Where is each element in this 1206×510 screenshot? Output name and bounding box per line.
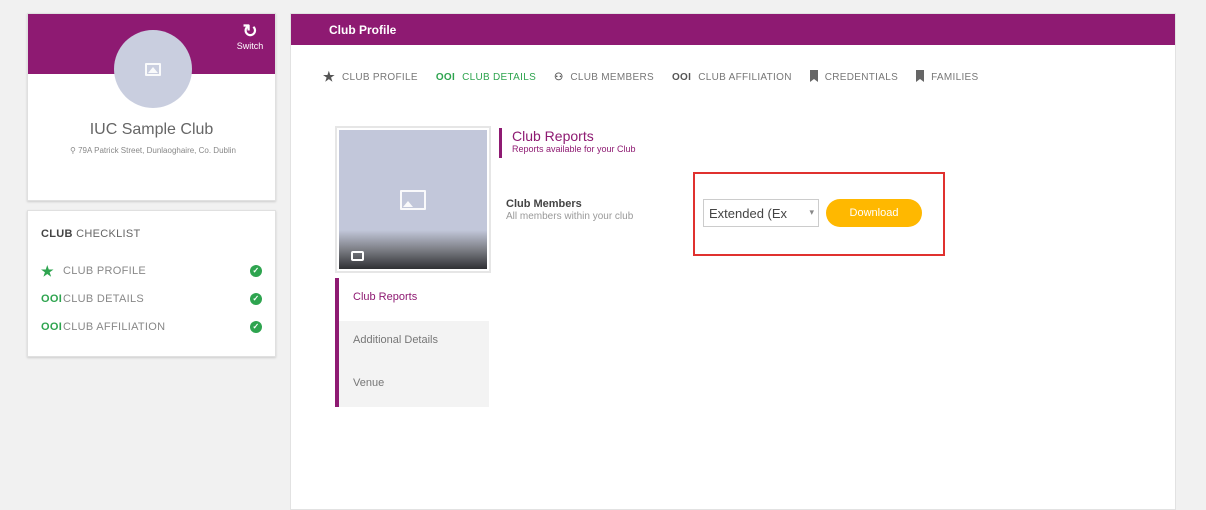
tab-club-affiliation[interactable]: OOI CLUB AFFILIATION — [672, 72, 792, 83]
members-icon: ⚇ — [554, 71, 564, 83]
main-panel: Club Profile ★ CLUB PROFILE OOI CLUB DET… — [290, 13, 1176, 510]
profile-tabs: ★ CLUB PROFILE OOI CLUB DETAILS ⚇ CLUB M… — [323, 69, 996, 85]
side-nav-item-additional-details[interactable]: Additional Details — [335, 321, 489, 364]
checklist-title: CLUB CHECKLIST — [41, 228, 141, 240]
tab-club-profile[interactable]: ★ CLUB PROFILE — [323, 69, 418, 85]
club-checklist-card: CLUB CHECKLIST ★ CLUB PROFILE ✓ OOI CLUB… — [27, 210, 276, 357]
star-icon: ★ — [41, 262, 54, 279]
bookmark-icon — [809, 69, 818, 85]
check-circle-icon: ✓ — [250, 293, 262, 305]
report-type-select[interactable]: Extended (Ex ▾ — [703, 199, 819, 227]
members-report-subtitle: All members within your club — [506, 211, 634, 222]
reports-subtitle: Reports available for your Club — [512, 144, 636, 154]
tab-credentials[interactable]: CREDENTIALS — [809, 69, 899, 85]
tab-label: CLUB MEMBERS — [570, 71, 654, 83]
checklist-item-club-details[interactable]: OOI CLUB DETAILS ✓ — [41, 291, 266, 307]
refresh-icon: ↻ — [242, 21, 258, 41]
report-type-value: Extended (Ex — [709, 206, 788, 221]
tab-label: CREDENTIALS — [824, 71, 899, 83]
tab-label: CLUB AFFILIATION — [698, 71, 792, 83]
affiliation-icon: OOI — [41, 321, 63, 333]
checklist-item-label: CLUB AFFILIATION — [63, 321, 166, 333]
club-photo — [335, 126, 491, 273]
switch-club-button[interactable]: ↻ Switch — [233, 21, 267, 51]
members-report-title: Club Members — [506, 198, 582, 210]
club-name: IUC Sample Club — [89, 121, 214, 138]
checklist-item-label: CLUB DETAILS — [63, 293, 145, 305]
club-avatar[interactable] — [114, 30, 192, 108]
star-icon: ★ — [323, 69, 335, 84]
details-icon: OOI — [435, 71, 456, 83]
tab-club-details[interactable]: OOI CLUB DETAILS — [436, 72, 536, 83]
checklist-item-club-affiliation[interactable]: OOI CLUB AFFILIATION ✓ — [41, 319, 266, 335]
details-icon: OOI — [41, 293, 63, 305]
tab-label: CLUB DETAILS — [462, 71, 537, 83]
reports-title: Club Reports — [512, 128, 594, 144]
checklist-item-club-profile[interactable]: ★ CLUB PROFILE ✓ — [41, 263, 266, 279]
checklist-item-label: CLUB PROFILE — [63, 265, 147, 277]
club-address-text: 79A Patrick Street, Dunlaoghaire, Co. Du… — [78, 146, 236, 155]
club-members-report: Club Members All members within your clu… — [506, 198, 633, 222]
side-nav-item-club-reports[interactable]: Club Reports — [335, 278, 489, 321]
image-placeholder-icon — [145, 62, 161, 76]
checklist-title-rest: CHECKLIST — [72, 228, 141, 240]
club-profile-card: ↻ Switch IUC Sample Club ⚲ 79A Patrick S… — [27, 13, 276, 201]
bookmark-icon — [916, 69, 925, 85]
check-circle-icon: ✓ — [250, 265, 262, 277]
download-button[interactable]: Download — [826, 199, 922, 227]
page-title: Club Profile — [291, 14, 1175, 45]
tab-club-members[interactable]: ⚇ CLUB MEMBERS — [554, 72, 654, 83]
affiliation-icon: OOI — [671, 71, 692, 83]
club-photo-placeholder — [339, 130, 487, 269]
camera-icon[interactable] — [351, 251, 364, 261]
side-nav-item-venue[interactable]: Venue — [335, 364, 489, 407]
chevron-down-icon: ▾ — [809, 207, 814, 217]
location-pin-icon: ⚲ — [70, 146, 79, 155]
tab-families[interactable]: FAMILIES — [916, 69, 979, 85]
tab-label: CLUB PROFILE — [341, 71, 418, 83]
tab-label: FAMILIES — [931, 71, 979, 83]
check-circle-icon: ✓ — [250, 321, 262, 333]
switch-label: Switch — [236, 41, 264, 51]
side-nav: Club Reports Additional Details Venue — [335, 278, 489, 407]
reports-header: Club Reports Reports available for your … — [499, 128, 636, 158]
image-placeholder-icon — [400, 190, 426, 210]
checklist-title-bold: CLUB — [41, 228, 73, 240]
club-address: ⚲ 79A Patrick Street, Dunlaoghaire, Co. … — [48, 145, 258, 156]
